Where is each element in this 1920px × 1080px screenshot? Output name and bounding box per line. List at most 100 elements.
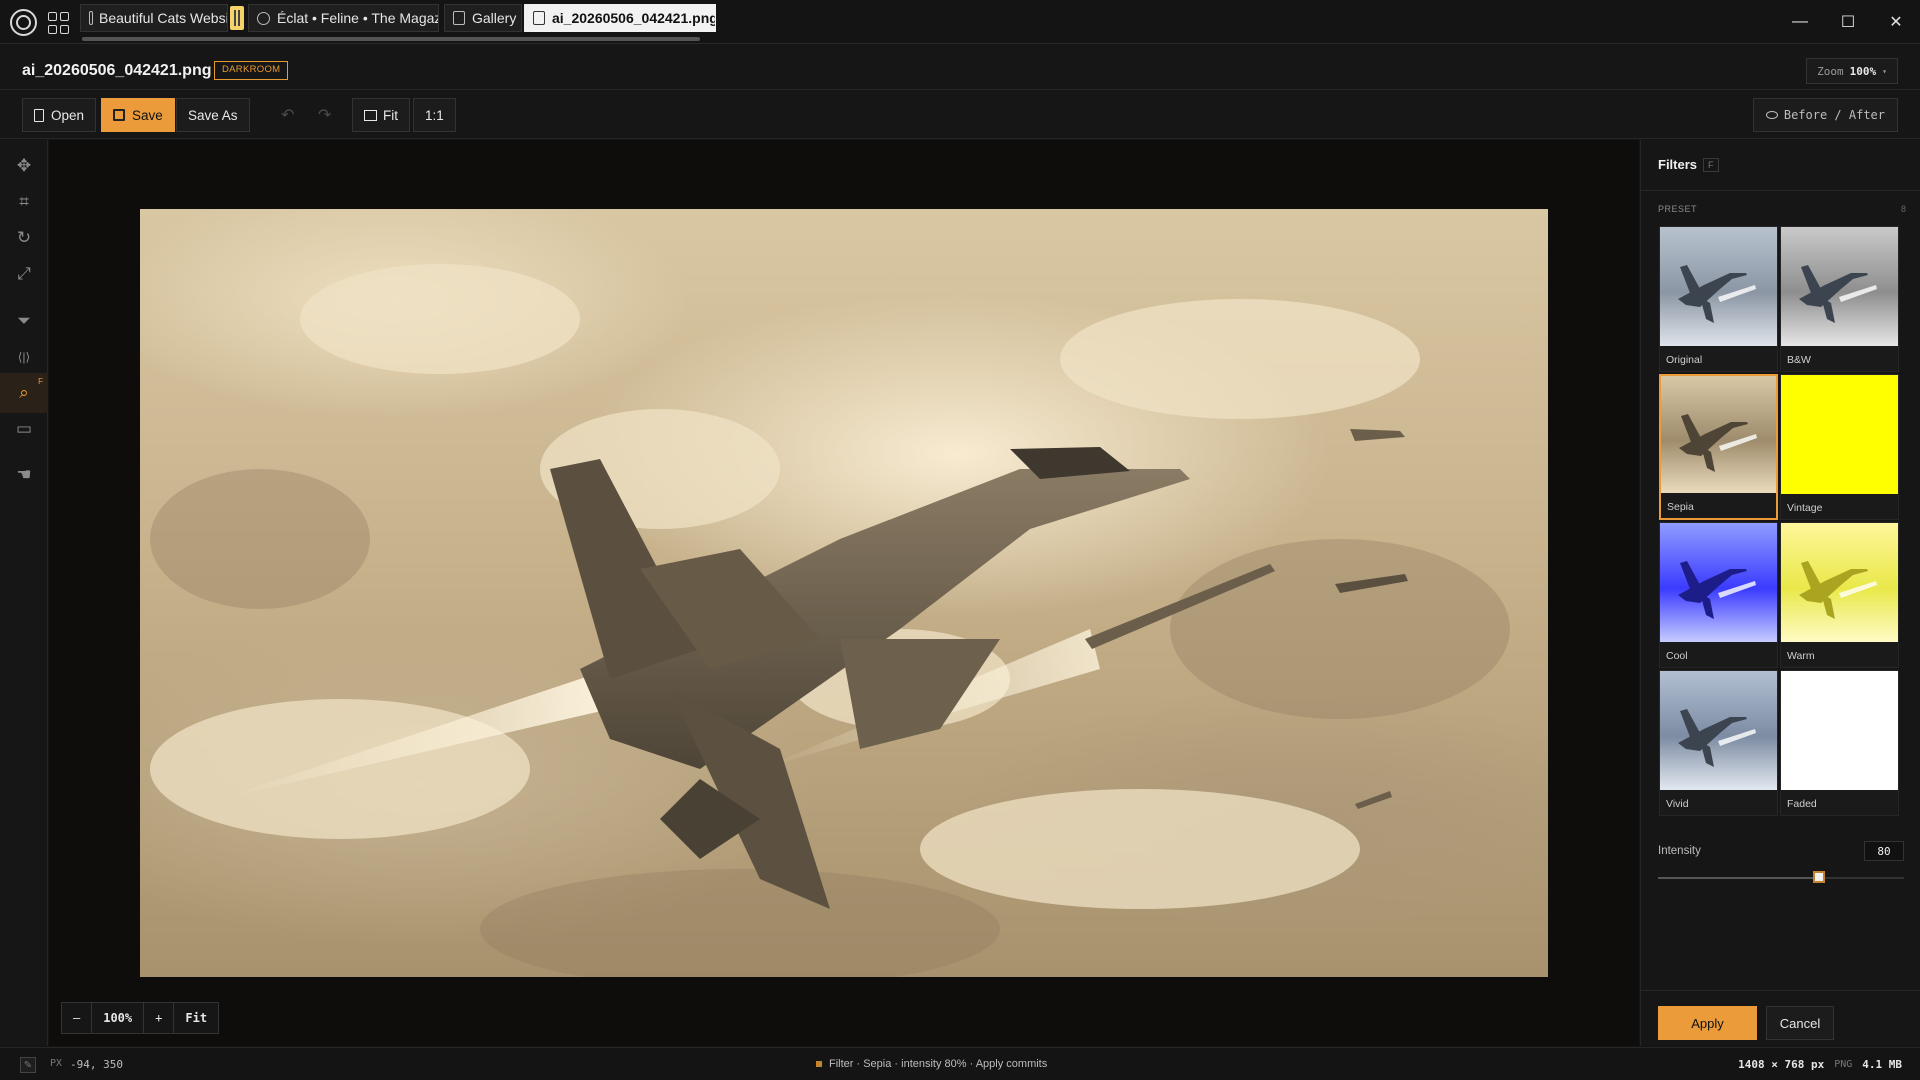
- redo-icon: ↷: [318, 107, 332, 124]
- tab-scrollbar[interactable]: [82, 37, 700, 41]
- mode-badge: DARKROOM: [214, 61, 289, 80]
- shortcut-key: F: [1703, 157, 1719, 172]
- fit-button[interactable]: Fit: [352, 98, 410, 132]
- app-logo-icon[interactable]: [10, 9, 37, 36]
- intensity-slider-handle[interactable]: [1813, 871, 1825, 883]
- tool-crop[interactable]: ⌗: [0, 182, 48, 222]
- before-after-toggle[interactable]: Before / After: [1752, 98, 1898, 132]
- eyedropper-icon[interactable]: ✎: [20, 1057, 36, 1073]
- preset-thumbnail: [1660, 671, 1777, 790]
- image-format: PNG: [1834, 1059, 1853, 1070]
- document-icon: [34, 108, 44, 122]
- zoom-in-button[interactable]: +: [144, 1003, 175, 1033]
- tool-move[interactable]: ✥: [0, 146, 48, 186]
- tool-rail: ✥ ⌗ ↻ ⤢ ⏷ ⟨|⟩ ⌕ F ▭ ☚: [0, 140, 48, 1046]
- apply-button[interactable]: Apply: [1658, 1006, 1757, 1040]
- preset-label: Vintage: [1787, 502, 1823, 514]
- chevron-down-icon: ▾: [1882, 66, 1887, 76]
- tab-eclat-feline[interactable]: Éclat • Feline • The Magaz...: [248, 4, 439, 32]
- zoom-dropdown[interactable]: Zoom 100% ▾: [1806, 58, 1898, 84]
- save-button[interactable]: Save: [101, 98, 175, 132]
- canvas-zoom-value: 100%: [92, 1003, 145, 1033]
- eye-icon: [1765, 111, 1778, 119]
- toolbar: Open Save Save As ↶ ↷ Fit 1:1 Before / A…: [0, 91, 1920, 139]
- minimize-button[interactable]: —: [1788, 10, 1812, 34]
- document-icon: [533, 11, 545, 25]
- tab-gallery[interactable]: Gallery: [444, 4, 522, 32]
- tool-filter[interactable]: ⏷: [0, 301, 48, 341]
- tool-zoom[interactable]: ⌕ F: [0, 373, 48, 413]
- document-title: ai_20260506_042421.png: [22, 62, 212, 79]
- preset-label: Original: [1666, 354, 1703, 366]
- tool-frame[interactable]: ▭: [0, 409, 48, 449]
- canvas-area[interactable]: – 100% + Fit: [49, 140, 1639, 1046]
- resize-icon: ⤢: [17, 264, 31, 283]
- tool-hand[interactable]: ☚: [0, 455, 48, 495]
- tab-beautiful-cats[interactable]: Beautiful Cats Website: [80, 4, 228, 32]
- canvas-zoom-controls: – 100% + Fit: [61, 1002, 220, 1034]
- maximize-button[interactable]: ☐: [1836, 10, 1860, 34]
- preset-original[interactable]: Original: [1659, 226, 1778, 372]
- preset-thumbnail: [1661, 376, 1776, 493]
- preset-thumbnail: [1660, 227, 1777, 346]
- preset-warm[interactable]: Warm: [1780, 522, 1899, 668]
- zoom-value: 100%: [1849, 64, 1877, 78]
- image-canvas[interactable]: [140, 209, 1548, 977]
- preset-section-label: PRESET: [1658, 204, 1698, 214]
- save-as-button[interactable]: Save As: [176, 98, 250, 132]
- intensity-slider[interactable]: [1658, 871, 1904, 883]
- actual-size-button[interactable]: 1:1: [413, 98, 456, 132]
- preset-cool[interactable]: Cool: [1659, 522, 1778, 668]
- tool-resize[interactable]: ⤢: [0, 254, 48, 294]
- save-disk-icon: [113, 109, 125, 121]
- tab-drag-handle[interactable]: [230, 6, 244, 30]
- divider: [1641, 190, 1920, 191]
- title-bar: Beautiful Cats Website Éclat • Feline • …: [0, 0, 1920, 44]
- document-icon: [89, 11, 93, 25]
- document-icon: [453, 11, 465, 25]
- shortcut-badge: F: [38, 377, 43, 386]
- crop-icon: ⌗: [19, 192, 29, 211]
- preset-thumbnail: [1781, 671, 1898, 790]
- tool-rotate[interactable]: ↻: [0, 218, 48, 258]
- tool-flip[interactable]: ⟨|⟩: [0, 337, 48, 377]
- preset-bw[interactable]: B&W: [1780, 226, 1899, 372]
- coord-label: PX: [50, 1058, 63, 1069]
- tab-image-file[interactable]: ai_20260506_042421.png: [524, 4, 716, 32]
- preset-faded[interactable]: Faded: [1780, 670, 1899, 816]
- redo-button[interactable]: ↷: [309, 98, 340, 132]
- zoom-out-button[interactable]: –: [62, 1003, 93, 1033]
- intensity-label: Intensity: [1658, 845, 1701, 857]
- cancel-button[interactable]: Cancel: [1766, 1006, 1834, 1040]
- jet-photo: [150, 264, 1510, 977]
- preset-label: Warm: [1787, 650, 1815, 662]
- cursor-coordinates: PX -94, 350: [50, 1058, 123, 1071]
- status-dot-icon: [816, 1061, 822, 1067]
- zoom-label: Zoom: [1817, 64, 1844, 78]
- zoom-icon: ⌕: [19, 383, 29, 402]
- open-button[interactable]: Open: [22, 98, 97, 132]
- status-message: Filter · Sepia · intensity 80% · Apply c…: [816, 1058, 1047, 1070]
- undo-button[interactable]: ↶: [272, 98, 303, 132]
- preset-vintage[interactable]: Vintage: [1780, 374, 1899, 520]
- file-size: 4.1 MB: [1862, 1058, 1902, 1071]
- rotate-icon: ↻: [16, 228, 32, 247]
- canvas-fit-button[interactable]: Fit: [174, 1003, 218, 1033]
- panel-title: Filters: [1658, 157, 1698, 172]
- preset-thumbnail: [1781, 375, 1898, 494]
- image-info: 1408 × 768 px PNG 4.1 MB: [1738, 1058, 1902, 1071]
- flip-icon: ⟨|⟩: [17, 350, 31, 364]
- close-button[interactable]: ✕: [1884, 10, 1908, 34]
- coord-value: -94, 350: [70, 1058, 124, 1071]
- apps-grid-icon[interactable]: [48, 12, 70, 34]
- preset-thumbnail: [1660, 523, 1777, 642]
- preset-vivid[interactable]: Vivid: [1659, 670, 1778, 816]
- undo-icon: ↶: [281, 107, 295, 124]
- preset-sepia[interactable]: Sepia: [1659, 374, 1778, 520]
- filters-panel: Filters F PRESET 8 Original B&W Sepia Vinta…: [1640, 140, 1920, 1046]
- intensity-input[interactable]: 80: [1864, 841, 1904, 861]
- preset-thumbnail: [1781, 523, 1898, 642]
- preset-count: 8: [1900, 204, 1906, 214]
- image-dimensions: 1408 × 768 px: [1738, 1058, 1825, 1071]
- panel-header: Filters F: [1658, 157, 1719, 172]
